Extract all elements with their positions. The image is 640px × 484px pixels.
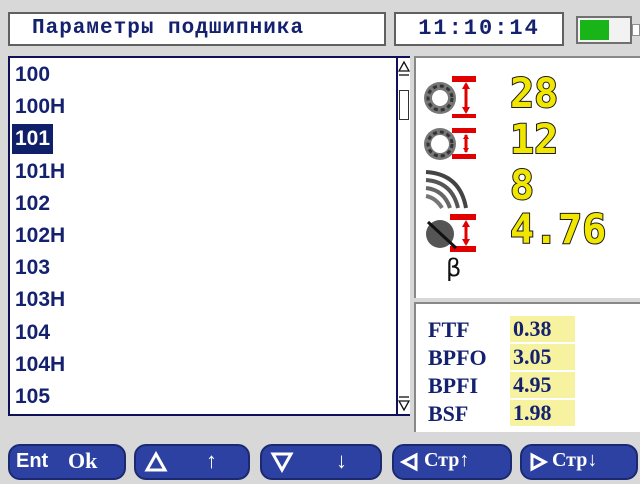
triangle-right-icon [530,452,548,472]
up-button[interactable]: ↑ [134,444,250,480]
bearing-parameters-panel: 28 12 8 4.76 β [414,56,640,298]
triangle-down-icon [270,452,294,473]
bearing-list[interactable]: 100 100H 101 101H 102 102H 103 103H 104 104H 105 [8,56,410,416]
scroll-up-arrow-icon[interactable] [398,60,410,78]
bearing-list-item[interactable]: 100 [12,60,53,90]
battery-tip [632,24,640,36]
fault-frequencies-panel: FTF 0.38 BPFO 3.05 BPFI 4.95 BSF 1.98 [414,302,640,432]
softkey-bar: Ent Ok ↑ ↓ Стр↑ Стр↓ [0,438,640,484]
ok-label: Ok [68,448,98,473]
triangle-left-icon [400,452,418,472]
scroll-down-arrow-icon[interactable] [398,394,410,412]
header-bar: Параметры подшипника 11:10:14 [0,0,640,54]
list-scrollbar[interactable] [396,58,410,414]
scroll-thumb[interactable] [399,90,409,120]
bearing-list-item[interactable]: 102H [12,221,68,251]
page-title: Параметры подшипника [8,12,386,46]
battery-level-fill [580,20,609,40]
rolling-elements-value: 28 [509,71,559,117]
fourth-param-value: 4.76 [509,207,607,253]
frequency-name: BSF [428,401,469,426]
frequency-name: FTF [428,317,470,342]
down-button[interactable]: ↓ [260,444,382,480]
arrow-down-icon: ↓ [336,448,347,473]
bearing-list-item[interactable]: 104 [12,318,53,348]
page-down-button[interactable]: Стр↓ [520,444,638,480]
enter-key-label: Ent [16,450,49,472]
frequency-name: BPFO [428,345,487,370]
contact-angle-icon [425,170,468,210]
bearing-list-item[interactable]: 105 [12,382,53,412]
bearing-pitch-diameter-icon [424,128,476,160]
page-up-button[interactable]: Стр↑ [392,444,512,480]
arrow-up-icon: ↑ [206,448,217,473]
bearing-rolling-elements-icon [424,76,476,118]
beta-label: β [446,254,462,282]
bearing-list-item[interactable]: 103H [12,285,68,315]
frequency-value: 0.38 [510,316,575,342]
battery-icon [576,16,632,44]
bearing-list-item[interactable]: 102 [12,189,53,219]
page-up-label: Стр↑ [424,449,470,471]
frequency-value: 1.98 [510,400,575,426]
bearing-list-item[interactable]: 101H [12,157,68,187]
bearing-list-item[interactable]: 101 [12,124,54,155]
ok-button[interactable]: Ent Ok [8,444,126,480]
frequency-value: 4.95 [510,372,575,398]
bearing-list-item[interactable]: 104H [12,350,68,380]
frequency-name: BPFI [428,373,479,398]
second-param-value: 12 [509,117,559,163]
frequency-value: 3.05 [510,344,575,370]
clock-display: 11:10:14 [394,12,564,46]
third-param-value: 8 [509,163,535,209]
bearing-list-item[interactable]: 103 [12,253,53,283]
bearing-list-item[interactable]: 100H [12,92,68,122]
triangle-up-icon [144,451,168,472]
ball-diameter-icon [426,214,476,252]
page-down-label: Стр↓ [552,449,598,471]
